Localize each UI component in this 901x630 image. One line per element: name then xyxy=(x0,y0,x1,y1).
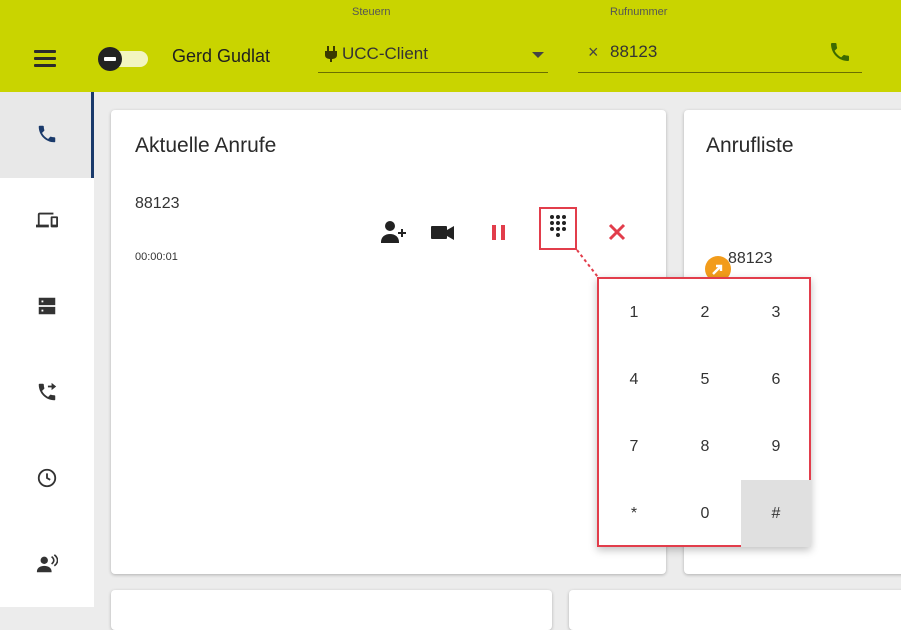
dialpad-icon xyxy=(550,215,566,237)
key-8[interactable]: 8 xyxy=(670,413,740,480)
number-value[interactable]: 88123 xyxy=(610,42,657,62)
control-value: UCC-Client xyxy=(342,44,428,63)
bottom-card-left xyxy=(111,590,552,630)
number-input[interactable]: × 88123 xyxy=(578,38,862,73)
current-calls-card: Aktuelle Anrufe 88123 00:00:01 xyxy=(111,110,666,574)
key-9[interactable]: 9 xyxy=(741,413,811,480)
dialpad-popup: 1 2 3 4 5 6 7 8 9 * 0 # xyxy=(597,277,811,547)
key-hash[interactable]: # xyxy=(741,480,811,547)
sidebar-item-forwarding[interactable] xyxy=(0,350,94,436)
user-name: Gerd Gudlat xyxy=(172,46,271,66)
key-0[interactable]: 0 xyxy=(670,480,740,547)
hold-icon[interactable] xyxy=(485,218,513,246)
current-calls-title: Aktuelle Anrufe xyxy=(135,134,277,157)
key-1[interactable]: 1 xyxy=(599,279,669,346)
key-5[interactable]: 5 xyxy=(670,346,740,413)
sidebar-item-calls[interactable] xyxy=(0,92,94,178)
top-bar: Gerd Gudlat Steuern UCC-Client Rufnummer… xyxy=(0,0,901,92)
plug-icon xyxy=(325,46,337,62)
hangup-icon[interactable] xyxy=(603,218,631,246)
call-list-title: Anrufliste xyxy=(706,134,794,157)
devices-icon xyxy=(36,212,58,228)
sidebar-item-history[interactable] xyxy=(0,436,94,522)
number-label: Rufnummer xyxy=(610,6,668,18)
sidebar-item-servers[interactable] xyxy=(0,264,94,350)
phone-icon xyxy=(38,125,56,143)
sidebar-item-devices[interactable] xyxy=(0,178,94,264)
do-not-disturb-icon xyxy=(98,47,122,71)
call-duration: 00:00:01 xyxy=(135,251,178,263)
voicemail-icon xyxy=(36,554,58,573)
call-list-number: 88123 xyxy=(728,250,773,267)
video-icon[interactable] xyxy=(429,218,457,246)
call-forward-icon xyxy=(38,382,57,401)
clear-icon[interactable]: × xyxy=(588,42,599,63)
key-star[interactable]: * xyxy=(599,480,669,547)
key-7[interactable]: 7 xyxy=(599,413,669,480)
control-label: Steuern xyxy=(352,6,391,18)
key-2[interactable]: 2 xyxy=(670,279,740,346)
sidebar xyxy=(0,92,94,607)
key-3[interactable]: 3 xyxy=(741,279,811,346)
sidebar-item-announcements[interactable] xyxy=(0,522,94,608)
server-icon xyxy=(38,297,56,315)
add-participant-icon[interactable] xyxy=(379,218,407,246)
chevron-down-icon[interactable] xyxy=(532,52,544,58)
clock-icon xyxy=(37,468,57,488)
bottom-card-right xyxy=(569,590,901,630)
dialpad-button[interactable] xyxy=(539,207,577,250)
key-4[interactable]: 4 xyxy=(599,346,669,413)
call-number: 88123 xyxy=(135,195,180,212)
control-select[interactable]: UCC-Client xyxy=(318,38,548,73)
dial-button[interactable] xyxy=(828,40,852,64)
menu-icon[interactable] xyxy=(34,50,56,68)
status-toggle[interactable] xyxy=(98,47,148,71)
key-6[interactable]: 6 xyxy=(741,346,811,413)
